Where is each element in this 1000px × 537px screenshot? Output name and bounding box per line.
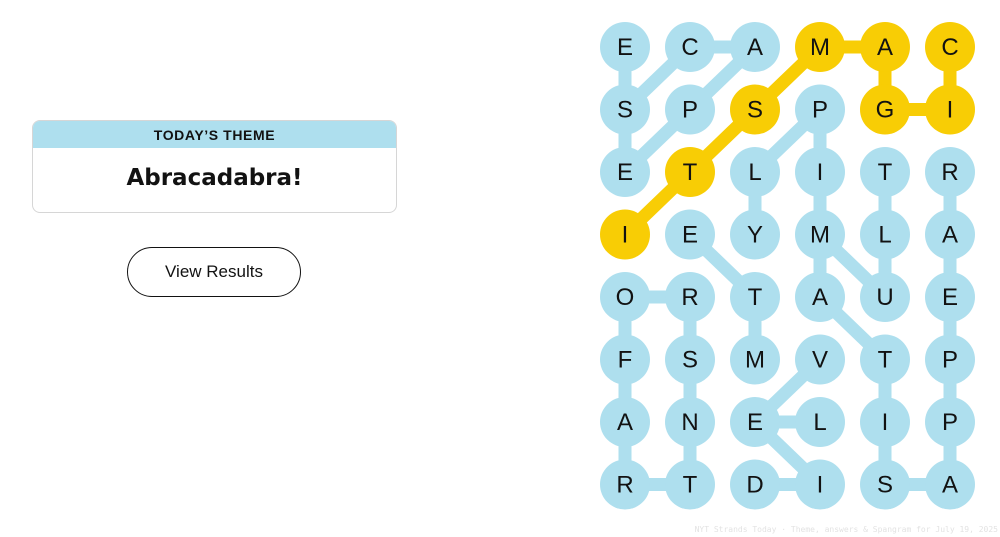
- cell-letter: O: [616, 284, 635, 311]
- cell-letter: I: [622, 222, 629, 249]
- cell-letter: N: [681, 409, 698, 436]
- cell-letter: M: [810, 222, 830, 249]
- letter-cell[interactable]: A: [600, 397, 650, 447]
- cell-letter: F: [618, 347, 633, 374]
- letter-cell[interactable]: A: [795, 272, 845, 322]
- cell-letter: P: [942, 347, 958, 374]
- letter-grid: E C A M A C S P S P G I E T L I T R I E Y M L A O R T A U E F S M V T P A N E L…: [600, 22, 975, 510]
- letter-cell[interactable]: A: [925, 209, 975, 260]
- cell-letter: E: [942, 284, 958, 311]
- letter-cell[interactable]: A: [730, 22, 780, 72]
- letter-cell[interactable]: I: [925, 84, 975, 135]
- letter-cell[interactable]: Y: [730, 209, 780, 260]
- cell-letter: L: [748, 159, 761, 186]
- cell-letter: P: [942, 409, 958, 436]
- letter-cell[interactable]: I: [795, 147, 845, 197]
- cell-letter: S: [682, 347, 698, 374]
- cell-letter: R: [941, 159, 958, 186]
- letter-cell[interactable]: T: [665, 459, 715, 510]
- watermark: NYT Strands Today · Theme, answers & Spa…: [694, 525, 998, 534]
- cell-letter: R: [616, 472, 633, 499]
- letter-cell[interactable]: C: [665, 22, 715, 72]
- letter-cell[interactable]: A: [925, 459, 975, 510]
- letter-cell[interactable]: T: [860, 147, 910, 197]
- cell-letter: I: [817, 472, 824, 499]
- cell-letter: E: [617, 34, 633, 61]
- letter-cell[interactable]: S: [730, 84, 780, 135]
- cell-letter: C: [941, 34, 958, 61]
- cell-letter: M: [810, 34, 830, 61]
- cell-letter: I: [882, 409, 889, 436]
- cell-letter: I: [817, 159, 824, 186]
- letter-cell[interactable]: P: [665, 84, 715, 135]
- cell-letter: E: [747, 409, 763, 436]
- letter-cell[interactable]: P: [925, 397, 975, 447]
- cell-letter: A: [812, 284, 828, 311]
- cell-letter: V: [812, 347, 828, 374]
- cell-letter: D: [746, 472, 763, 499]
- letter-cell[interactable]: R: [600, 459, 650, 510]
- cell-letter: S: [617, 97, 633, 124]
- cell-letter: T: [748, 284, 763, 311]
- letter-cell[interactable]: A: [860, 22, 910, 72]
- cell-letter: P: [682, 97, 698, 124]
- letter-cell[interactable]: O: [600, 272, 650, 322]
- cell-letter: L: [813, 409, 826, 436]
- letter-cell[interactable]: I: [600, 209, 650, 260]
- cell-letter: G: [876, 97, 895, 124]
- cell-letter: I: [947, 97, 954, 124]
- cell-letter: A: [942, 222, 958, 249]
- letter-cell[interactable]: L: [795, 397, 845, 447]
- cell-letter: T: [878, 347, 893, 374]
- cell-letter: L: [878, 222, 891, 249]
- cell-letter: A: [747, 34, 763, 61]
- letter-cell[interactable]: S: [860, 459, 910, 510]
- letter-cell[interactable]: L: [860, 209, 910, 260]
- letter-cell[interactable]: E: [665, 209, 715, 260]
- cell-letter: E: [682, 222, 698, 249]
- cell-letter: A: [877, 34, 893, 61]
- cell-letter: P: [812, 97, 828, 124]
- letter-cell[interactable]: R: [665, 272, 715, 322]
- cell-letter: T: [683, 159, 698, 186]
- letter-board: E C A M A C S P S P G I E T L I T R I E Y M L A O R T A U E F S M V T P A N E L…: [600, 22, 975, 510]
- cell-letter: T: [878, 159, 893, 186]
- cell-letter: A: [617, 409, 633, 436]
- cell-letter: R: [681, 284, 698, 311]
- cell-letter: E: [617, 159, 633, 186]
- letter-cell[interactable]: E: [730, 397, 780, 447]
- letter-cell[interactable]: N: [665, 397, 715, 447]
- cell-letter: C: [681, 34, 698, 61]
- letter-cell[interactable]: S: [600, 84, 650, 135]
- letter-cell[interactable]: I: [860, 397, 910, 447]
- letter-cell[interactable]: M: [795, 22, 845, 72]
- cell-letter: M: [745, 347, 765, 374]
- cell-letter: T: [683, 472, 698, 499]
- letter-cell[interactable]: E: [600, 147, 650, 197]
- cell-letter: Y: [747, 222, 763, 249]
- letter-cell[interactable]: V: [795, 334, 845, 385]
- letter-cell[interactable]: M: [730, 334, 780, 385]
- letter-cell[interactable]: T: [665, 147, 715, 197]
- cell-letter: A: [942, 472, 958, 499]
- cell-letter: U: [876, 284, 893, 311]
- letter-cell[interactable]: G: [860, 84, 910, 135]
- cell-letter: S: [877, 472, 893, 499]
- letter-cell[interactable]: R: [925, 147, 975, 197]
- letter-cell[interactable]: S: [665, 334, 715, 385]
- letter-cell[interactable]: E: [925, 272, 975, 322]
- letter-cell[interactable]: L: [730, 147, 780, 197]
- letter-cell[interactable]: T: [860, 334, 910, 385]
- letter-cell[interactable]: U: [860, 272, 910, 322]
- letter-cell[interactable]: P: [795, 84, 845, 135]
- letter-cell[interactable]: D: [730, 459, 780, 510]
- letter-cell[interactable]: M: [795, 209, 845, 260]
- cell-letter: S: [747, 97, 763, 124]
- letter-cell[interactable]: P: [925, 334, 975, 385]
- letter-cell[interactable]: I: [795, 459, 845, 510]
- letter-cell[interactable]: C: [925, 22, 975, 72]
- letter-cell[interactable]: T: [730, 272, 780, 322]
- letter-cell[interactable]: F: [600, 334, 650, 385]
- letter-cell[interactable]: E: [600, 22, 650, 72]
